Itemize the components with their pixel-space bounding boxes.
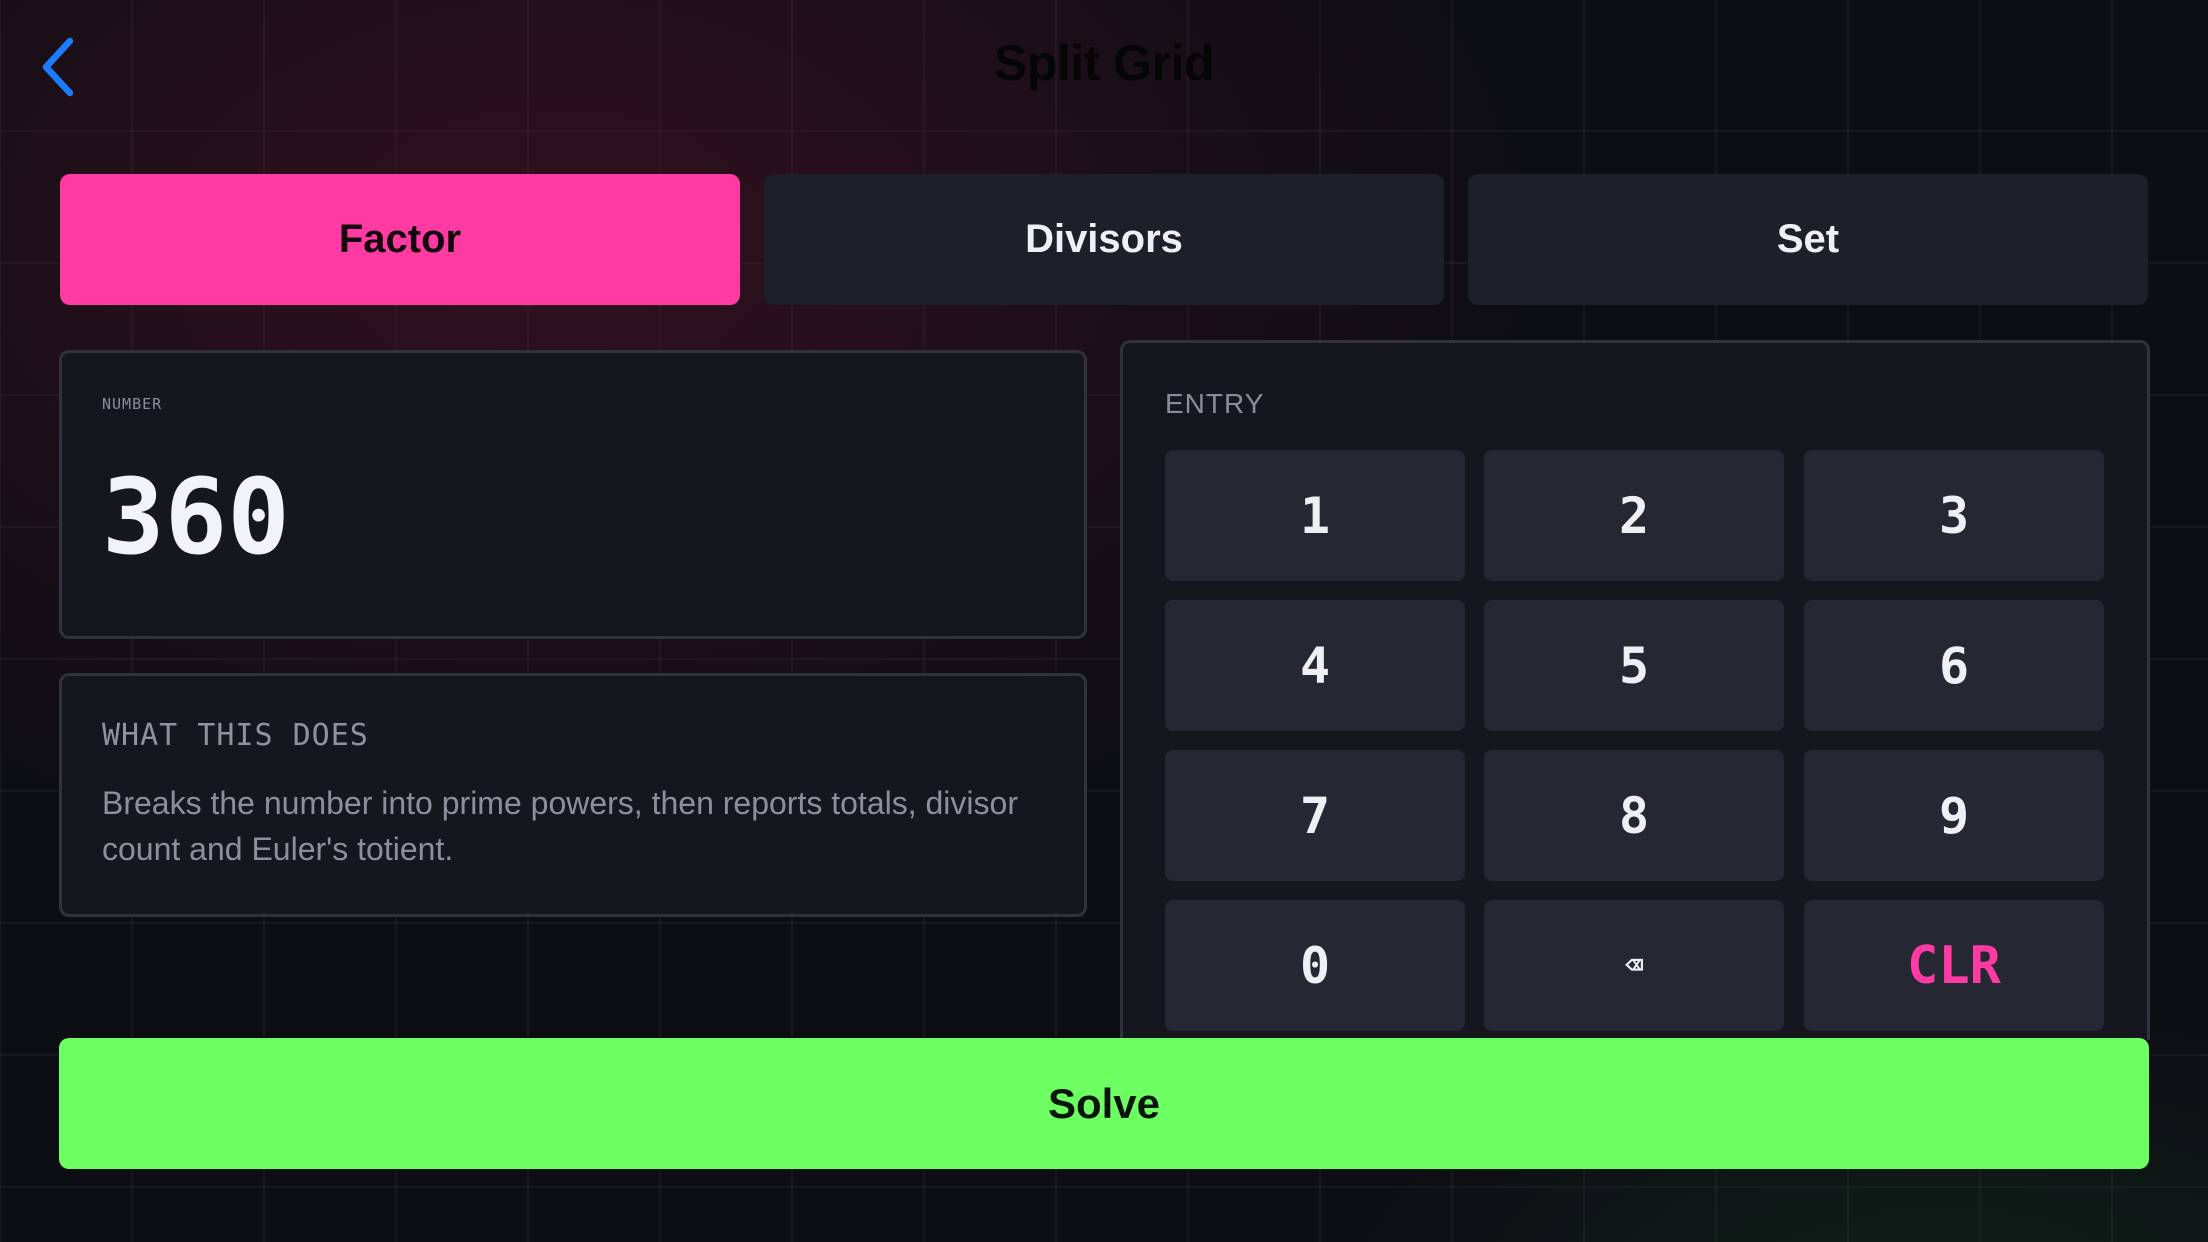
backspace-key[interactable]: ⌫ [1484, 900, 1784, 1031]
key-4[interactable]: 4 [1165, 600, 1465, 731]
tab-divisors[interactable]: Divisors [764, 174, 1444, 305]
number-value: 360 [102, 456, 290, 578]
tab-set[interactable]: Set [1468, 174, 2148, 305]
number-display: NUMBER 360 [59, 350, 1087, 639]
keypad-label: ENTRY [1165, 388, 1265, 419]
info-card: WHAT THIS DOES Breaks the number into pr… [59, 673, 1087, 917]
key-1[interactable]: 1 [1165, 450, 1465, 581]
keypad: ENTRY 1 2 3 4 5 6 7 8 9 0 ⌫ CLR [1120, 340, 2150, 1040]
solve-button[interactable]: Solve [59, 1038, 2149, 1169]
clear-key[interactable]: CLR [1804, 900, 2104, 1031]
tab-factor[interactable]: Factor [60, 174, 740, 305]
info-description: Breaks the number into prime powers, the… [102, 785, 1018, 867]
backspace-icon: ⌫ [1624, 948, 1644, 983]
navigation-bar: Split Grid [0, 0, 2208, 130]
info-heading: WHAT THIS DOES [102, 718, 369, 753]
key-0[interactable]: 0 [1165, 900, 1465, 1031]
number-label: NUMBER [102, 395, 163, 413]
key-7[interactable]: 7 [1165, 750, 1465, 881]
key-8[interactable]: 8 [1484, 750, 1784, 881]
key-5[interactable]: 5 [1484, 600, 1784, 731]
key-3[interactable]: 3 [1804, 450, 2104, 581]
page-title: Split Grid [994, 35, 1215, 91]
key-2[interactable]: 2 [1484, 450, 1784, 581]
key-9[interactable]: 9 [1804, 750, 2104, 881]
key-6[interactable]: 6 [1804, 600, 2104, 731]
